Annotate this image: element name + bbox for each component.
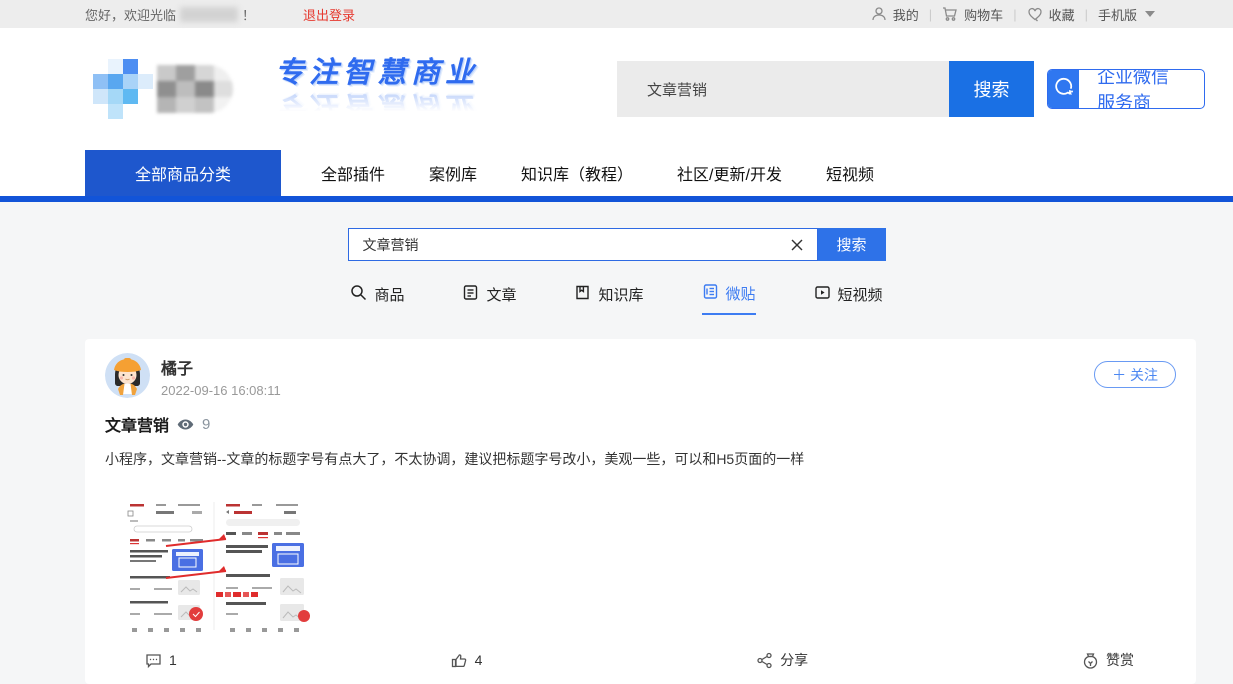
result-search-bar: 搜索 — [348, 228, 886, 261]
header-search-input[interactable] — [617, 61, 949, 117]
user-icon — [871, 6, 887, 22]
site-tagline: 专注智慧商业 — [275, 59, 479, 88]
post-content: 小程序，文章营销--文章的标题字号有点大了，不太协调，建议把标题字号改小，美观一… — [105, 449, 1176, 470]
share-icon — [756, 652, 773, 669]
divider: | — [929, 7, 932, 22]
reward-label: 赞赏 — [1106, 650, 1134, 670]
blurred-username — [180, 7, 238, 22]
mobile-version-dropdown[interactable]: 手机版 — [1098, 5, 1155, 24]
greeting-suffix: ！ — [242, 5, 255, 24]
comment-action[interactable]: 1 — [145, 650, 177, 670]
like-action[interactable]: 4 — [451, 650, 483, 670]
comment-count: 1 — [169, 652, 177, 668]
reward-action[interactable]: 赞赏 — [1082, 650, 1134, 670]
thumbs-up-icon — [451, 652, 468, 669]
nav-item-all-categories[interactable]: 全部商品分类 — [85, 150, 281, 196]
view-count: 9 — [202, 416, 210, 433]
avatar[interactable] — [105, 353, 150, 398]
book-icon — [574, 284, 591, 305]
site-header: 专注智慧商业 专注智慧商业 搜索 企业微信服务商 — [0, 28, 1233, 150]
header-search: 搜索 — [617, 61, 1034, 117]
site-tagline-reflection: 专注智慧商业 — [275, 91, 479, 120]
divider: | — [1013, 7, 1016, 22]
tab-knowledge[interactable]: 知识库 — [574, 283, 643, 315]
cart-link[interactable]: 购物车 — [942, 5, 1003, 24]
tab-microposts[interactable]: 微贴 — [702, 283, 756, 315]
nav-item-cases[interactable]: 案例库 — [407, 150, 499, 196]
result-search-input[interactable] — [349, 229, 817, 260]
views-eye-icon — [177, 416, 194, 433]
clear-icon[interactable] — [787, 235, 807, 255]
main-nav: 全部商品分类 全部插件 案例库 知识库（教程） 社区/更新/开发 短视频 — [0, 150, 1233, 196]
post-author[interactable]: 橘子 — [161, 355, 281, 379]
my-account-label: 我的 — [893, 5, 919, 24]
heart-icon — [1027, 6, 1043, 22]
search-icon — [350, 284, 367, 305]
like-count: 4 — [475, 652, 483, 668]
nav-item-plugins[interactable]: 全部插件 — [299, 150, 407, 196]
post-card: 橘子 2022-09-16 16:08:11 ＋ 关注 文章营销 9 小程序，文… — [85, 339, 1196, 684]
nav-item-knowledge[interactable]: 知识库（教程） — [499, 150, 655, 196]
tab-short-video[interactable]: 短视频 — [814, 283, 883, 315]
divider: | — [1085, 7, 1088, 22]
topbar: 您好，欢迎光临！ 退出登录 我的 | 购物车 | 收 — [0, 0, 1233, 28]
list-icon — [702, 283, 719, 304]
share-action[interactable]: 分享 — [756, 650, 808, 670]
post-title[interactable]: 文章营销 — [105, 412, 169, 436]
article-icon — [462, 284, 479, 305]
wechat-work-icon — [1048, 69, 1079, 109]
nav-item-short-video[interactable]: 短视频 — [804, 150, 896, 196]
mobile-version-label: 手机版 — [1098, 5, 1137, 24]
share-label: 分享 — [780, 650, 808, 670]
reward-icon — [1082, 652, 1099, 669]
caret-down-icon — [1145, 11, 1155, 17]
logo-text-pixelated — [157, 65, 233, 113]
header-search-button[interactable]: 搜索 — [949, 61, 1034, 117]
cart-label: 购物车 — [964, 5, 1003, 24]
cart-icon — [942, 6, 958, 22]
nav-bottom-bar — [0, 196, 1233, 202]
result-type-tabs: 商品 文章 知识库 微贴 短视频 — [0, 283, 1233, 315]
tab-articles[interactable]: 文章 — [462, 283, 516, 315]
site-logo[interactable]: 专注智慧商业 专注智慧商业 — [85, 59, 533, 120]
tab-goods[interactable]: 商品 — [350, 283, 404, 315]
favorites-label: 收藏 — [1049, 5, 1075, 24]
my-account-link[interactable]: 我的 — [871, 5, 919, 24]
logo-mark-pixelated — [93, 59, 153, 119]
post-action-bar: 1 4 分享 赞赏 — [105, 650, 1176, 670]
favorites-link[interactable]: 收藏 — [1027, 5, 1075, 24]
post-timestamp: 2022-09-16 16:08:11 — [161, 383, 281, 398]
video-icon — [814, 284, 831, 305]
post-attachment-image[interactable] — [108, 498, 320, 638]
wechat-service-label: 企业微信服务商 — [1079, 69, 1204, 109]
logout-link[interactable]: 退出登录 — [303, 5, 355, 24]
result-search-button[interactable]: 搜索 — [818, 228, 886, 261]
comment-icon — [145, 652, 162, 669]
follow-button[interactable]: ＋ 关注 — [1094, 361, 1176, 388]
nav-item-community[interactable]: 社区/更新/开发 — [655, 150, 804, 196]
wechat-service-button[interactable]: 企业微信服务商 — [1047, 69, 1205, 109]
greeting-text: 您好，欢迎光临 — [85, 5, 176, 24]
